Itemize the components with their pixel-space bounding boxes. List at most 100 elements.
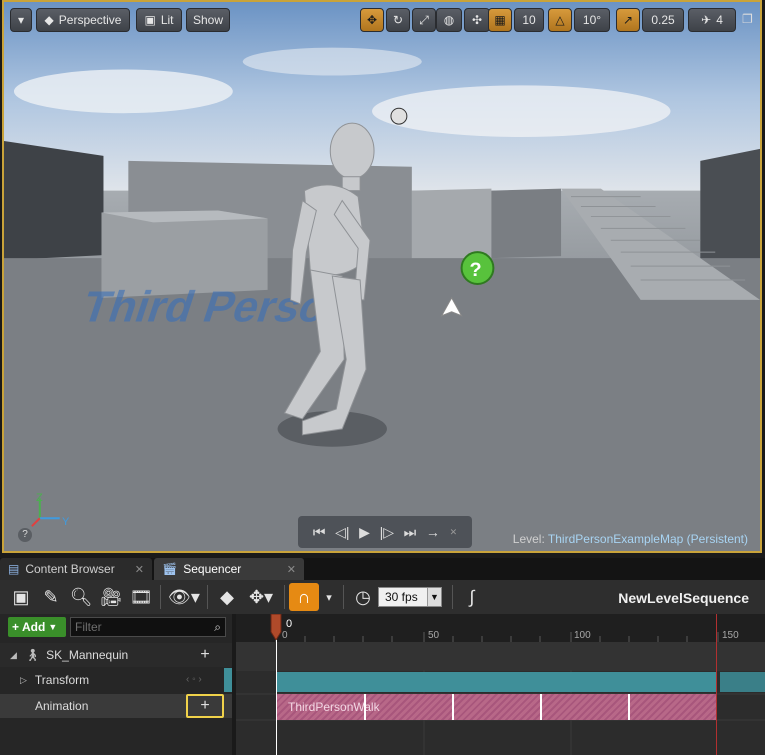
rotation-snap-value[interactable]: 10° [574, 8, 610, 32]
expand-arrow-icon[interactable]: ◢ [10, 650, 17, 661]
help-icon[interactable]: ? [18, 528, 32, 542]
cinematic-playback-controls: ⏮ ◁| ▶ |▷ ⏭ → ✕ [298, 516, 472, 548]
level-viewport[interactable]: Third Person ? ▾ ◆ Perspective ▣ Lit Sho… [2, 0, 762, 553]
track-row-transform[interactable]: ▷ Transform ‹ ◦ › [0, 668, 232, 692]
axis-y-label: Y [62, 516, 70, 528]
camera-speed-text: 4 [716, 13, 723, 27]
playhead-handle[interactable] [270, 614, 282, 640]
time-ruler-ticks [275, 632, 719, 642]
add-track-button[interactable]: + Add ▼ [8, 617, 66, 637]
add-animation-button[interactable]: + [186, 694, 224, 718]
time-ruler[interactable]: 0 50 100 150 0 [236, 614, 765, 642]
viewport-options-dropdown[interactable]: ▾ [10, 8, 32, 32]
chevron-down-icon: ▼ [48, 622, 58, 632]
timeline-area[interactable]: 0 50 100 150 0 ThirdPersonWalk [236, 614, 765, 755]
close-icon[interactable]: ✕ [287, 563, 296, 576]
frame-rate-select[interactable]: 30 fps ▼ [378, 587, 442, 607]
save-as-icon[interactable]: ✎ [36, 583, 66, 611]
grid-snap-toggle[interactable]: ▦ [488, 8, 512, 32]
loop-icon[interactable]: → [426, 524, 440, 540]
save-icon[interactable]: ▣ [6, 583, 36, 611]
globe-icon: ◍ [443, 13, 455, 27]
perspective-cube-icon: ◆ [44, 13, 54, 27]
content-browser-icon: ▤ [8, 562, 20, 576]
level-label: Level: ThirdPersonExampleMap (Persistent… [513, 532, 748, 546]
rotate-icon: ↻ [392, 13, 404, 27]
collapse-arrow-icon[interactable]: ▷ [20, 675, 27, 686]
toolbar-divider [207, 585, 208, 609]
surface-snap-button[interactable]: ✣ [464, 8, 490, 32]
angle-icon: △ [555, 13, 565, 27]
track-label: Animation [35, 699, 89, 713]
view-options-icon[interactable]: 👁︎▾ [165, 583, 203, 611]
snap-options-dropdown[interactable]: ▾ [319, 583, 339, 611]
play-icon[interactable]: ▶ [359, 524, 370, 541]
close-controls-icon[interactable]: ✕ [450, 527, 458, 538]
curve-editor-icon[interactable]: ∫ [457, 583, 487, 611]
frame-rate-value: 30 fps [385, 590, 418, 604]
maximize-viewport-icon[interactable]: ❐ [742, 12, 753, 26]
tick-label: 50 [428, 630, 440, 641]
find-in-browser-icon[interactable]: 🔍︎ [66, 583, 96, 611]
tick-label: 0 [282, 630, 288, 641]
scale-snap-toggle[interactable]: ↗ [616, 8, 640, 32]
track-filter-input[interactable]: Filter ⌕ [70, 617, 226, 637]
clock-icon: ◷ [355, 586, 371, 607]
jump-to-end-icon[interactable]: ⏭ [404, 524, 417, 541]
key-navigation-icons[interactable]: ‹ ◦ › [186, 674, 202, 685]
camera-speed-button[interactable]: ✈ 4 [688, 8, 736, 32]
track-row-animation[interactable]: Animation + [0, 694, 232, 718]
scene-render: Third Person ? [4, 2, 760, 551]
scale-snap-value[interactable]: 0.25 [642, 8, 684, 32]
rotate-mode-button[interactable]: ↻ [386, 8, 410, 32]
step-forward-icon[interactable]: |▷ [380, 524, 394, 541]
world-local-button[interactable]: ◍ [436, 8, 462, 32]
scale-arrow-icon: ↗ [622, 13, 634, 27]
toolbar-divider [160, 585, 161, 609]
rotation-snap-toggle[interactable]: △ [548, 8, 572, 32]
lit-label: Lit [160, 13, 174, 27]
step-back-icon[interactable]: ◁| [335, 524, 349, 541]
rotation-snap-text: 10° [582, 13, 602, 27]
svg-text:?: ? [470, 259, 482, 281]
translate-mode-button[interactable]: ✥ [360, 8, 384, 32]
jump-to-start-icon[interactable]: ⏮ [313, 524, 326, 541]
key-all-icon[interactable]: ◆ [212, 583, 242, 611]
scale-mode-button[interactable]: ⤢ [412, 8, 436, 32]
tab-sequencer[interactable]: 🎬︎ Sequencer ✕ [154, 558, 304, 580]
animation-section[interactable]: ThirdPersonWalk [276, 694, 716, 720]
sequence-name: NewLevelSequence [618, 590, 749, 606]
grid-snap-value[interactable]: 10 [514, 8, 544, 32]
playhead-time: 0 [286, 618, 293, 630]
lit-sphere-icon: ▣ [144, 13, 156, 27]
toolbar-divider [284, 585, 285, 609]
track-label: SK_Mannequin [46, 648, 129, 662]
track-row-sk-mannequin[interactable]: ◢ 🚶︎ SK_Mannequin + [0, 643, 232, 667]
close-icon[interactable]: ✕ [135, 563, 144, 576]
search-icon: ⌕ [214, 620, 221, 634]
add-subtrack-button[interactable]: + [186, 643, 224, 667]
tab-content-browser-label: Content Browser [25, 562, 115, 576]
show-button[interactable]: Show [186, 8, 230, 32]
tab-content-browser[interactable]: ▤ Content Browser ✕ [0, 558, 152, 580]
show-label: Show [192, 13, 224, 27]
tick-label: 150 [722, 630, 739, 641]
loop-marker [452, 694, 454, 720]
editor-window: Third Person ? ▾ ◆ Perspective ▣ Lit Sho… [0, 0, 765, 755]
skeletal-mesh-icon: 🚶︎ [24, 648, 41, 662]
lit-button[interactable]: ▣ Lit [136, 8, 182, 32]
level-name: ThirdPersonExampleMap (Persistent) [547, 532, 748, 546]
auto-key-icon[interactable]: ✥▾ [242, 583, 280, 611]
scale-icon: ⤢ [419, 13, 429, 27]
snap-magnet-icon[interactable]: ∩ [289, 583, 319, 611]
create-camera-icon[interactable]: 🎥︎ [96, 583, 126, 611]
render-movie-icon[interactable]: 🎞︎ [126, 583, 156, 611]
perspective-button[interactable]: ◆ Perspective [36, 8, 130, 32]
track-label: Transform [34, 673, 90, 687]
scale-snap-text: 0.25 [651, 13, 675, 27]
grid-snap-text: 10 [522, 13, 536, 27]
filter-placeholder: Filter [75, 620, 102, 634]
level-prefix: Level: [512, 532, 545, 546]
transform-section[interactable] [276, 672, 716, 692]
playback-end-marker[interactable] [716, 614, 717, 755]
